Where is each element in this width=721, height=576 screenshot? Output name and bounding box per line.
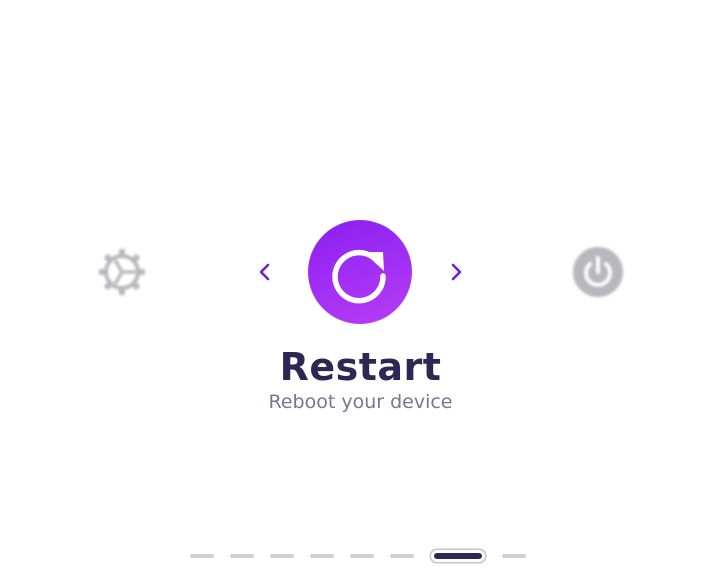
restart-button[interactable] (308, 220, 412, 324)
item-title: Restart (279, 345, 442, 389)
page-dot[interactable] (270, 554, 294, 558)
page-dot[interactable] (190, 554, 214, 558)
page-dot-active[interactable] (434, 553, 482, 559)
previous-arrow-button[interactable] (251, 258, 279, 286)
chevron-right-icon (451, 263, 462, 281)
page-dot[interactable] (310, 554, 334, 558)
restart-icon (332, 250, 386, 304)
gear-icon[interactable] (96, 246, 148, 298)
pagination-dots (190, 546, 542, 566)
restart-carousel: Restart Reboot your device (0, 0, 721, 576)
page-dot[interactable] (350, 554, 374, 558)
next-arrow-button[interactable] (442, 258, 470, 286)
page-dot[interactable] (390, 554, 414, 558)
item-subtitle: Reboot your device (268, 391, 453, 413)
page-dot[interactable] (502, 554, 526, 558)
chevron-left-icon (259, 263, 270, 281)
page-dot[interactable] (230, 554, 254, 558)
power-icon[interactable] (572, 246, 624, 298)
